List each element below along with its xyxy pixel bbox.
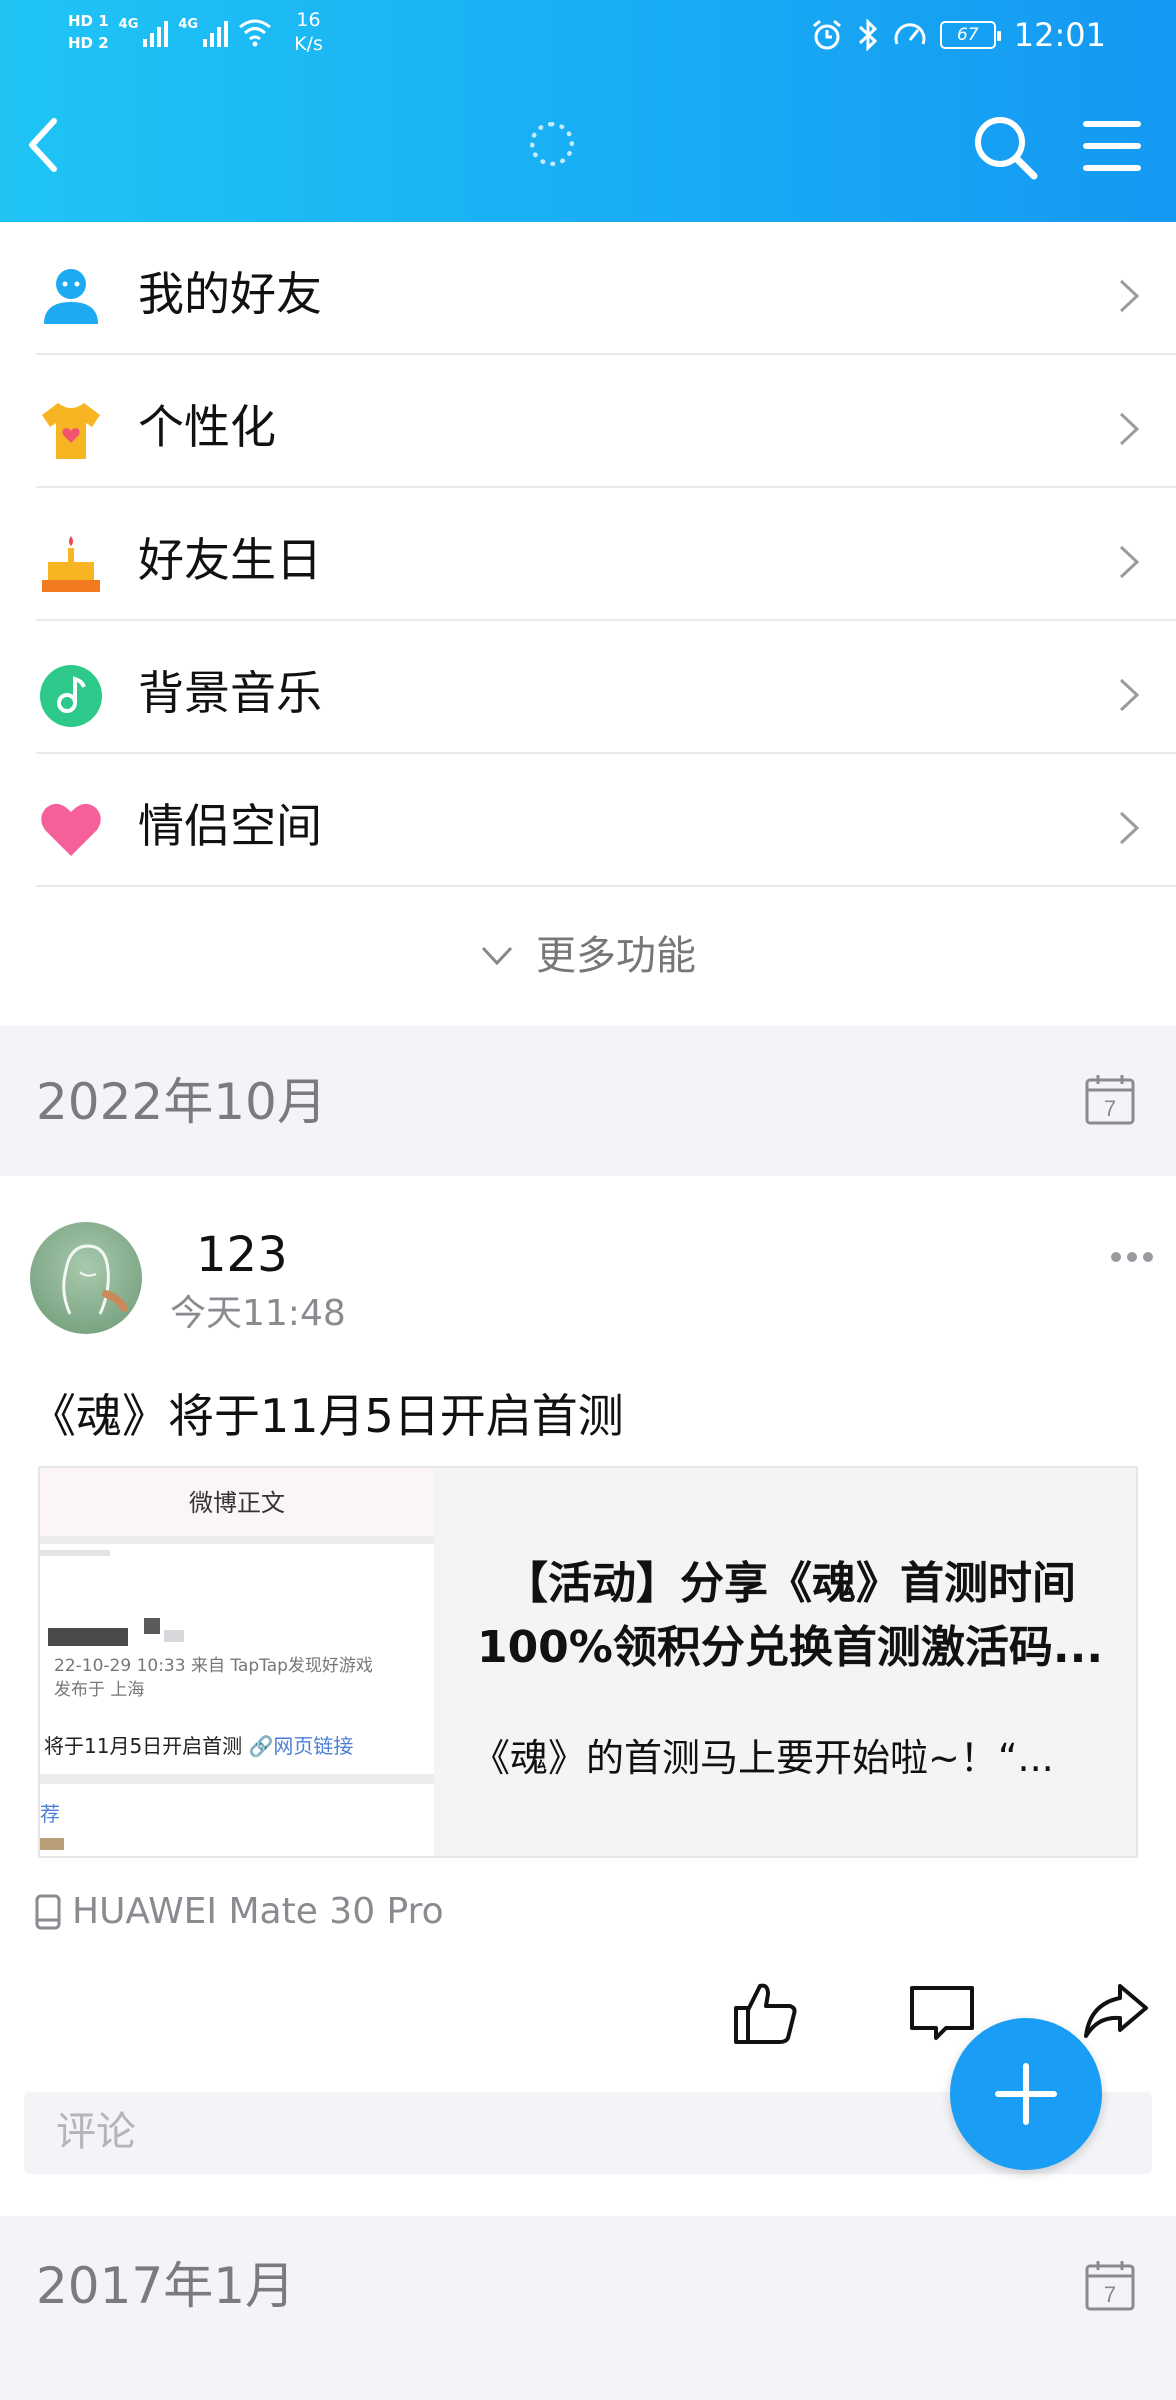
blurred-content (40, 1838, 64, 1850)
shared-link-card[interactable]: 微博正文 22-10-29 10:33 来自 TapTap发现好游戏 发布于 上… (38, 1466, 1138, 1858)
hd1-badge: HD 1 (68, 12, 109, 30)
thumb-rec: 荐 (40, 1802, 60, 1826)
chevron-right-icon (1119, 412, 1140, 446)
phone-icon (35, 1894, 61, 1930)
alarm-icon (812, 19, 841, 50)
hd-indicator: HD 1 HD 2 (68, 12, 109, 52)
post-username[interactable]: 123 (196, 1226, 288, 1284)
menu-item-friends[interactable]: 我的好友 (0, 222, 1176, 355)
tshirt-icon (42, 403, 100, 459)
search-button[interactable] (970, 112, 1040, 182)
calendar-day: 7 (1104, 1096, 1116, 1121)
menu-label: 情侣空间 (138, 799, 322, 853)
chevron-right-icon (1119, 811, 1140, 845)
calendar-day: 7 (1104, 2282, 1116, 2307)
menu-item-birthday[interactable]: 好友生日 (0, 488, 1176, 621)
thumb-link-line: 将于11月5日开启首测 🔗网页链接 (44, 1732, 353, 1760)
menu-label: 背景音乐 (138, 666, 322, 720)
avatar[interactable] (30, 1222, 142, 1334)
section-date: 2017年1月 (36, 2257, 296, 2315)
more-features-button[interactable]: 更多功能 (0, 892, 1176, 1024)
music-icon (40, 665, 102, 727)
plus-icon (995, 2063, 1057, 2125)
menu-label: 好友生日 (138, 533, 322, 587)
top-app-bar: HD 1 HD 2 4G 4G 16 K/s 67 12:01 (0, 0, 1176, 222)
thumb-meta-line1: 22-10-29 10:33 来自 TapTap发现好游戏 (54, 1656, 373, 1676)
bluetooth-icon (858, 18, 877, 52)
chevron-right-icon (1119, 678, 1140, 712)
battery-icon: 67 (939, 21, 1001, 49)
speedometer-icon (894, 23, 926, 45)
blurred-content (40, 1550, 110, 1556)
avatar-image (62, 1244, 128, 1315)
status-time: 12:01 (1013, 16, 1106, 54)
share-button[interactable] (1080, 1976, 1152, 2048)
post-text: 《魂》将于11月5日开启首测 (30, 1389, 624, 1443)
chevron-down-icon (481, 946, 513, 966)
menu-item-personalize[interactable]: 个性化 (0, 355, 1176, 488)
thumb-meta: 22-10-29 10:33 来自 TapTap发现好游戏 发布于 上海 (54, 1654, 373, 1702)
menu-label: 我的好友 (138, 267, 322, 321)
menu-item-couple[interactable]: 情侣空间 (0, 754, 1176, 887)
hd2-badge: HD 2 (68, 34, 109, 52)
section-header: 2022年10月 7 (0, 1026, 1176, 1176)
device-info: HUAWEI Mate 30 Pro (34, 1888, 444, 1936)
network-type-1: 4G (118, 17, 139, 32)
add-post-button[interactable] (950, 2018, 1102, 2170)
net-speed: 16 K/s (294, 8, 323, 56)
thumb-link-prefix: 将于11月5日开启首测 (44, 1734, 249, 1758)
wifi-icon (239, 19, 272, 47)
menu-label: 个性化 (138, 400, 276, 454)
chevron-right-icon (1119, 279, 1140, 313)
like-button[interactable] (730, 1976, 802, 2048)
post-time: 今天11:48 (170, 1293, 346, 1334)
signal-icon-sim1: 4G (119, 17, 169, 47)
back-button[interactable] (22, 115, 62, 175)
cake-icon (42, 536, 100, 592)
comment-placeholder: 评论 (56, 2109, 136, 2155)
friends-icon (44, 269, 98, 324)
thumb-meta-line2: 发布于 上海 (54, 1680, 145, 1700)
net-speed-value: 16 (296, 9, 321, 31)
device-name: HUAWEI Mate 30 Pro (72, 1891, 444, 1932)
more-options-icon[interactable] (1110, 1250, 1154, 1264)
network-type-2: 4G (178, 17, 199, 32)
calendar-button[interactable]: 7 (1084, 2258, 1136, 2312)
section-date: 2022年10月 (36, 1073, 327, 1131)
blurred-content (164, 1630, 184, 1642)
net-speed-unit: K/s (294, 33, 323, 55)
signal-icon-sim2: 4G (178, 17, 229, 47)
menu-button[interactable] (1082, 118, 1142, 174)
divider (36, 885, 1176, 887)
blurred-content (48, 1628, 128, 1646)
section-header: 2017年1月 7 (0, 2216, 1176, 2400)
feature-menu: 我的好友 个性化 好友生日 背景音乐 情侣空间 (0, 222, 1176, 887)
more-features-label: 更多功能 (536, 933, 696, 979)
divider (40, 1536, 434, 1544)
chevron-right-icon (1119, 545, 1140, 579)
link-thumbnail: 微博正文 22-10-29 10:33 来自 TapTap发现好游戏 发布于 上… (40, 1468, 434, 1856)
heart-icon (41, 803, 101, 856)
thumb-link-text: 🔗网页链接 (248, 1734, 354, 1758)
status-bar: HD 1 HD 2 4G 4G 16 K/s 67 12:01 (0, 0, 1176, 75)
app-screen: { "status_bar": { "hd1": "HD 1", "hd2": … (0, 0, 1176, 2400)
blurred-content (144, 1618, 160, 1634)
calendar-button[interactable]: 7 (1084, 1072, 1136, 1126)
comment-button[interactable] (906, 1976, 978, 2048)
thumb-header: 微博正文 (40, 1468, 434, 1538)
loading-spinner-icon (530, 122, 574, 166)
divider (40, 1774, 434, 1784)
card-title: 【活动】分享《魂》首测时间100%领积分兑换首测激活码... (476, 1558, 1104, 1673)
menu-item-music[interactable]: 背景音乐 (0, 621, 1176, 754)
card-description: 《魂》的首测马上要开始啦~！“... (472, 1736, 1054, 1780)
